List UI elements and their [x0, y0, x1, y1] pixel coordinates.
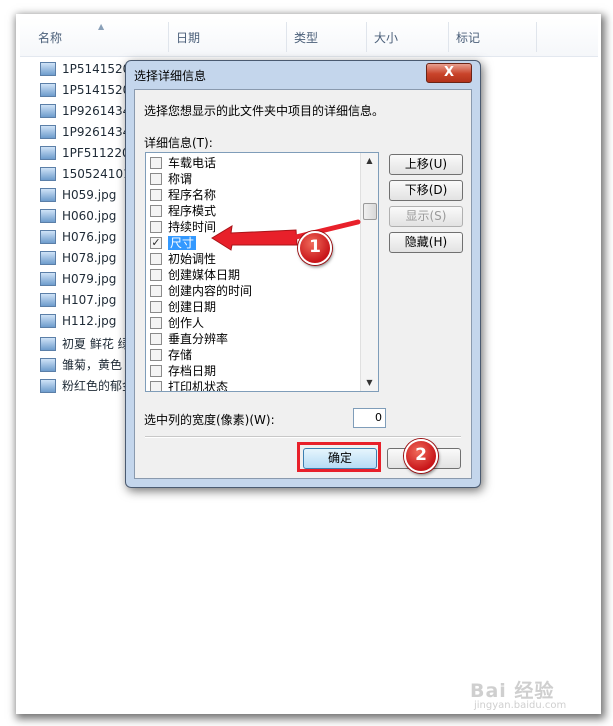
baidu-watermark-url: jingyan.baidu.com: [474, 700, 567, 711]
step-badge-1: 1: [298, 231, 332, 265]
annotation-arrow: [211, 219, 361, 251]
baidu-watermark: Bai 经验: [470, 680, 555, 702]
arrow-icon: [211, 219, 361, 251]
step-badge-2: 2: [404, 439, 438, 473]
